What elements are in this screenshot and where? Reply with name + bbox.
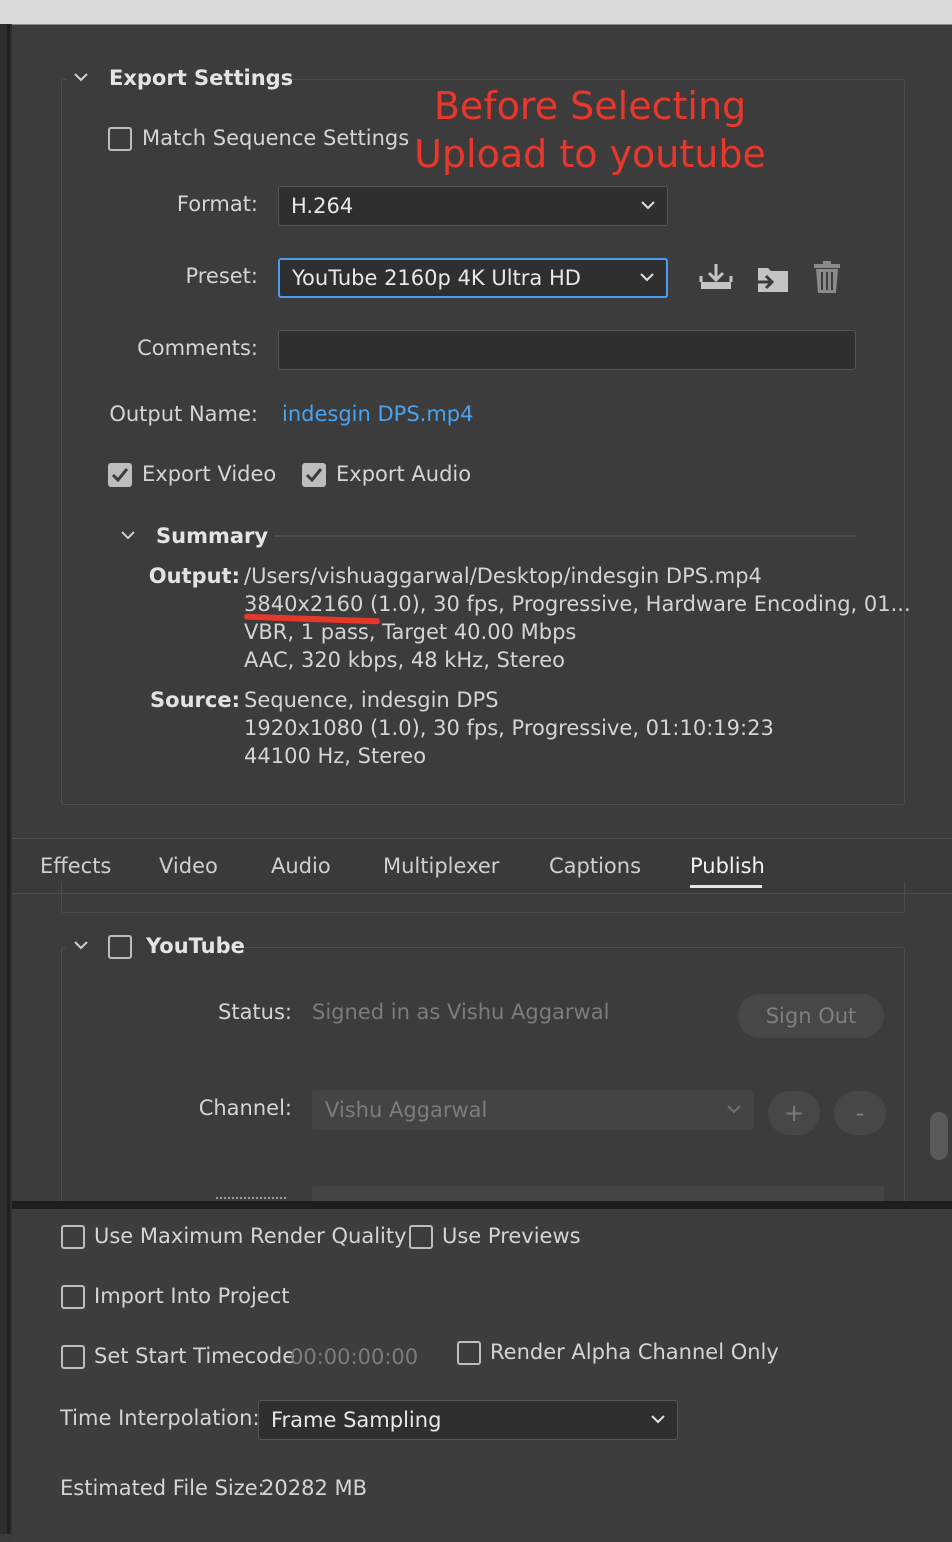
output-name-link[interactable]: indesgin DPS.mp4: [282, 402, 473, 426]
export-audio-label: Export Audio: [336, 462, 472, 486]
chevron-down-icon[interactable]: [74, 940, 88, 954]
file-size-label: Estimated File Size:: [60, 1476, 265, 1500]
publish-prev-panel-bottom: [61, 880, 905, 913]
time-interpolation-label: Time Interpolation:: [60, 1406, 260, 1430]
left-panel-edge: [0, 24, 12, 1534]
summary-source-line: 1920x1080 (1.0), 30 fps, Progressive, 01…: [244, 716, 774, 740]
left-panel-divider: [7, 24, 10, 1534]
scrollbar-thumb[interactable]: [930, 1112, 948, 1160]
add-channel-button[interactable]: +: [768, 1091, 820, 1135]
tab-publish[interactable]: Publish: [690, 854, 765, 878]
comments-label: Comments:: [137, 336, 258, 360]
remove-channel-button[interactable]: -: [834, 1091, 886, 1135]
save-preset-icon[interactable]: [698, 262, 734, 297]
set-start-timecode-checkbox[interactable]: [61, 1345, 85, 1369]
import-into-project-label: Import Into Project: [94, 1284, 290, 1308]
summary-source-key: Source:: [150, 688, 240, 712]
channel-label: Channel:: [198, 1096, 292, 1120]
summary-divider: [274, 535, 856, 537]
chevron-down-icon: [651, 1415, 665, 1424]
match-sequence-label: Match Sequence Settings: [142, 126, 410, 150]
channel-value: Vishu Aggarwal: [325, 1098, 488, 1122]
preset-label: Preset:: [185, 264, 258, 288]
output-name-label: Output Name:: [109, 402, 258, 426]
format-dropdown[interactable]: H.264: [278, 186, 668, 226]
playlist-dropdown-partial: [312, 1186, 884, 1201]
summary-output-line: 3840x2160 (1.0), 30 fps, Progressive, Ha…: [244, 592, 911, 616]
channel-dropdown[interactable]: Vishu Aggarwal: [312, 1090, 754, 1130]
render-alpha-label: Render Alpha Channel Only: [490, 1340, 779, 1364]
export-video-label: Export Video: [142, 462, 277, 486]
summary-output-key: Output:: [148, 564, 240, 588]
youtube-checkbox[interactable]: [108, 935, 132, 959]
tab-video[interactable]: Video: [159, 854, 218, 878]
export-video-checkbox[interactable]: [108, 463, 132, 487]
summary-source-line: 44100 Hz, Stereo: [244, 744, 427, 768]
chevron-down-icon: [727, 1105, 741, 1114]
export-settings-title: Export Settings: [109, 66, 294, 90]
import-into-project-checkbox[interactable]: [61, 1285, 85, 1309]
max-render-quality-checkbox[interactable]: [61, 1225, 85, 1249]
tab-effects[interactable]: Effects: [40, 854, 111, 878]
window-top-bar: [0, 0, 952, 25]
time-interpolation-value: Frame Sampling: [271, 1408, 442, 1432]
summary-output-line: VBR, 1 pass, Target 40.00 Mbps: [244, 620, 577, 644]
summary-title: Summary: [156, 524, 269, 548]
format-label: Format:: [176, 192, 258, 216]
chevron-down-icon[interactable]: [121, 530, 135, 544]
summary-output-line: AAC, 320 kbps, 48 kHz, Stereo: [244, 648, 565, 672]
start-timecode-value: 00:00:00:00: [290, 1345, 419, 1369]
youtube-title: YouTube: [146, 934, 245, 958]
preset-value: YouTube 2160p 4K Ultra HD: [292, 266, 581, 290]
import-preset-icon[interactable]: [754, 262, 790, 299]
set-start-timecode-label: Set Start Timecode: [94, 1344, 296, 1368]
file-size-value: 20282 MB: [261, 1476, 368, 1500]
summary-output-line: /Users/vishuaggarwal/Desktop/indesgin DP…: [244, 564, 762, 588]
use-previews-checkbox[interactable]: [409, 1225, 433, 1249]
sign-out-button[interactable]: Sign Out: [738, 994, 884, 1038]
tab-audio[interactable]: Audio: [271, 854, 331, 878]
match-sequence-checkbox[interactable]: [108, 127, 132, 151]
annotation-line-1: Before Selecting: [433, 84, 747, 128]
max-render-quality-label: Use Maximum Render Quality: [94, 1224, 407, 1248]
chevron-down-icon[interactable]: [74, 72, 88, 86]
comments-input[interactable]: [278, 330, 856, 370]
preset-dropdown[interactable]: YouTube 2160p 4K Ultra HD: [278, 258, 668, 298]
tab-captions[interactable]: Captions: [549, 854, 641, 878]
export-audio-checkbox[interactable]: [302, 463, 326, 487]
chevron-down-icon: [641, 201, 655, 210]
annotation-line-2: Upload to youtube: [414, 132, 766, 176]
playlist-label-partial: [216, 1193, 286, 1201]
status-label: Status:: [218, 1000, 292, 1024]
use-previews-label: Use Previews: [442, 1224, 581, 1248]
format-value: H.264: [291, 194, 354, 218]
summary-source-line: Sequence, indesgin DPS: [244, 688, 499, 712]
time-interpolation-dropdown[interactable]: Frame Sampling: [258, 1400, 678, 1440]
tab-multiplexer[interactable]: Multiplexer: [383, 854, 499, 878]
status-value: Signed in as Vishu Aggarwal: [312, 1000, 610, 1024]
chevron-down-icon: [640, 273, 654, 282]
delete-preset-icon[interactable]: [810, 260, 844, 299]
render-alpha-checkbox[interactable]: [457, 1341, 481, 1365]
